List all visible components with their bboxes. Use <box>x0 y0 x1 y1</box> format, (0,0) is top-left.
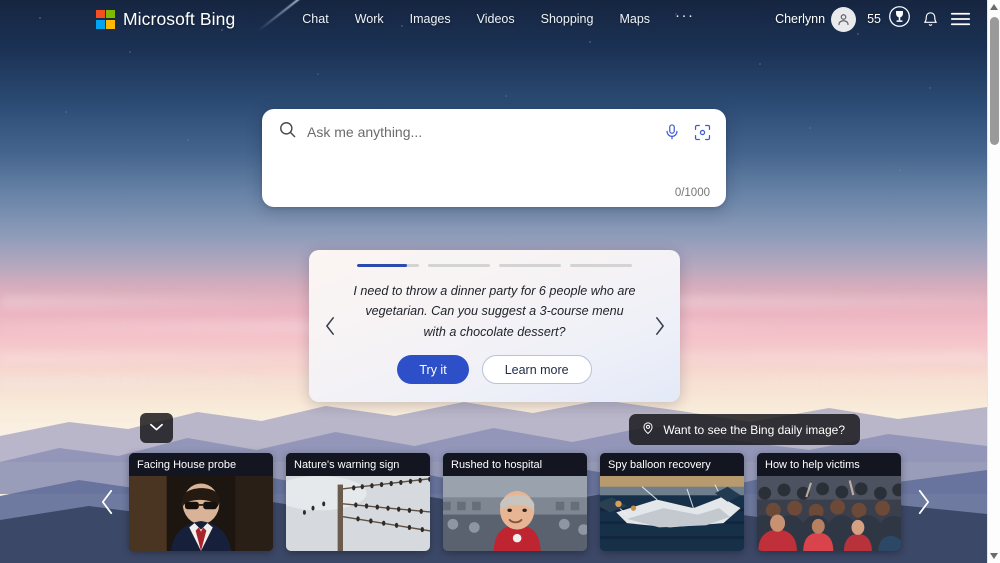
page-scrollbar[interactable] <box>987 0 1000 563</box>
news-next-chevron-right-icon[interactable] <box>901 488 945 516</box>
microsoft-logo-icon <box>96 9 115 29</box>
news-card-title: Spy balloon recovery <box>600 453 744 476</box>
user-name: Cherlynn <box>775 12 826 26</box>
search-row <box>262 109 726 155</box>
nav-item-images[interactable]: Images <box>397 8 464 30</box>
suggestion-next-chevron-right-icon[interactable] <box>648 309 670 343</box>
rewards-trophy-icon <box>888 5 911 33</box>
nav-item-chat[interactable]: Chat <box>289 8 341 30</box>
suggestion-prev-chevron-left-icon[interactable] <box>319 309 341 343</box>
news-prev-chevron-left-icon[interactable] <box>85 488 129 516</box>
suggestion-carousel-card: I need to throw a dinner party for 6 peo… <box>309 250 680 402</box>
news-card-thumbnail <box>600 476 744 551</box>
header-actions: Cherlynn 55 <box>775 5 971 33</box>
try-it-button[interactable]: Try it <box>397 355 469 385</box>
main-nav: Chat Work Images Videos Shopping Maps ··… <box>289 8 706 30</box>
daily-image-prompt-label: Want to see the Bing daily image? <box>663 422 845 437</box>
news-card-title: Rushed to hospital <box>443 453 587 476</box>
search-box: 0/1000 <box>262 109 726 207</box>
location-pin-icon <box>641 421 655 438</box>
search-tools <box>663 123 712 142</box>
daily-image-prompt-button[interactable]: Want to see the Bing daily image? <box>629 414 860 445</box>
brand-logo-link[interactable]: Microsoft Bing <box>96 9 235 30</box>
progress-segment-3[interactable] <box>499 264 561 267</box>
rewards-button[interactable]: 55 <box>867 5 911 33</box>
rewards-count: 55 <box>867 12 881 26</box>
nav-item-videos[interactable]: Videos <box>464 8 528 30</box>
news-card-thumbnail <box>757 476 901 551</box>
page-viewport: Microsoft Bing Chat Work Images Videos S… <box>0 0 987 563</box>
news-card-thumbnail <box>443 476 587 551</box>
learn-more-button[interactable]: Learn more <box>481 355 592 385</box>
character-counter: 0/1000 <box>674 187 710 199</box>
news-card-thumbnail <box>286 476 430 551</box>
chevron-down-icon <box>149 419 164 437</box>
suggestion-prompt-text: I need to throw a dinner party for 6 peo… <box>353 284 636 339</box>
bing-homepage: Microsoft Bing Chat Work Images Videos S… <box>0 0 1000 563</box>
nav-overflow-icon[interactable]: ··· <box>663 8 707 28</box>
search-input[interactable] <box>307 124 663 140</box>
person-avatar-icon <box>831 6 857 32</box>
hamburger-menu-icon[interactable] <box>950 11 971 27</box>
news-card[interactable]: Rushed to hospital <box>443 453 587 551</box>
news-card-thumbnail <box>129 476 273 551</box>
nav-item-maps[interactable]: Maps <box>606 8 663 30</box>
suggestion-actions: Try it Learn more <box>309 355 680 385</box>
user-account-button[interactable]: Cherlynn <box>775 6 857 32</box>
scrollbar-thumb[interactable] <box>990 17 999 145</box>
news-card[interactable]: Nature's warning sign <box>286 453 430 551</box>
expand-feed-button[interactable] <box>140 413 173 443</box>
news-card[interactable]: Facing House probe <box>129 453 273 551</box>
news-card-list: Facing House probe Nature's warning sign… <box>129 453 901 551</box>
news-card-title: How to help victims <box>757 453 901 476</box>
bell-icon[interactable] <box>922 11 939 28</box>
news-card[interactable]: Spy balloon recovery <box>600 453 744 551</box>
scroll-up-arrow-icon[interactable] <box>988 0 1000 14</box>
progress-segment-4[interactable] <box>570 264 632 267</box>
visual-search-camera-icon[interactable] <box>693 123 712 142</box>
site-header: Microsoft Bing Chat Work Images Videos S… <box>0 0 987 38</box>
search-icon <box>278 120 297 144</box>
news-card-title: Facing House probe <box>129 453 273 476</box>
news-card[interactable]: How to help victims <box>757 453 901 551</box>
nav-item-shopping[interactable]: Shopping <box>528 8 607 30</box>
progress-segment-2[interactable] <box>428 264 490 267</box>
progress-segment-1[interactable] <box>357 264 419 267</box>
news-card-title: Nature's warning sign <box>286 453 430 476</box>
brand-name: Microsoft Bing <box>123 8 236 29</box>
scroll-down-arrow-icon[interactable] <box>988 549 1000 563</box>
nav-item-work[interactable]: Work <box>342 8 397 30</box>
microphone-icon[interactable] <box>663 123 681 141</box>
carousel-progress <box>309 250 680 267</box>
news-carousel: Facing House probe Nature's warning sign… <box>85 452 929 552</box>
